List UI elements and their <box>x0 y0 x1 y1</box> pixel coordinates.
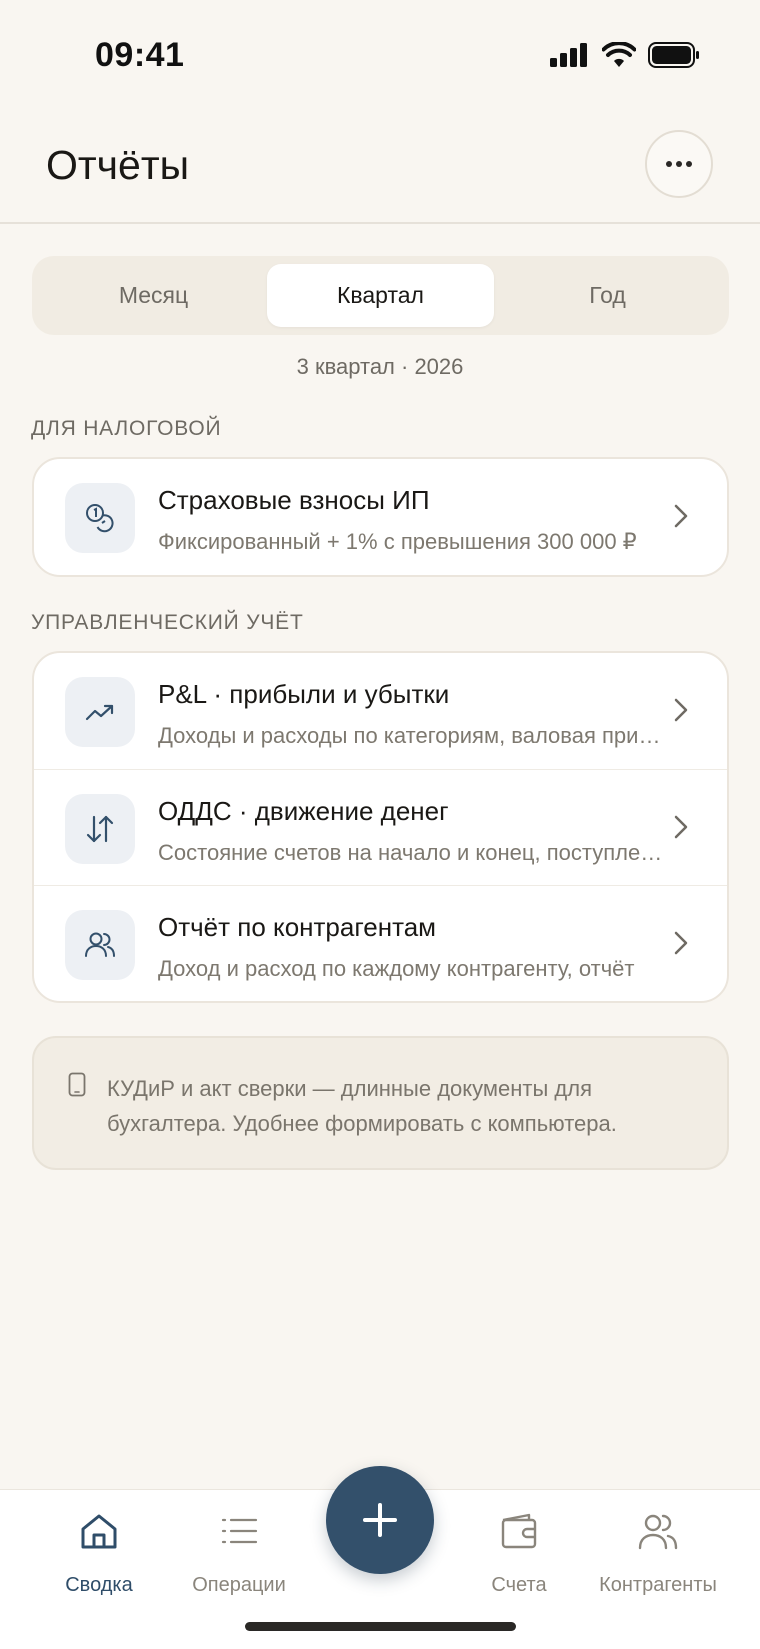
phone-icon <box>68 1072 86 1097</box>
arrows-up-down-icon <box>65 794 135 864</box>
list-icon <box>221 1518 258 1544</box>
chevron-right-icon <box>674 504 688 528</box>
report-title: Страховые взносы ИП <box>158 485 430 515</box>
report-row-insurance[interactable]: Страховые взносы ИП Фиксированный + 1% с… <box>34 459 727 575</box>
home-icon <box>81 1514 117 1549</box>
tab-label: Сводка <box>65 1574 133 1596</box>
management-reports-card: P&L · прибыли и убытки Доходы и расходы … <box>32 651 729 1003</box>
coins-icon <box>65 483 135 553</box>
add-operation-button[interactable] <box>326 1466 434 1574</box>
report-subtitle: Доходы и расходы по категориям, валовая … <box>158 723 668 748</box>
note-text: КУДиР и акт сверки — длинные документы д… <box>107 1076 617 1136</box>
signal-icon <box>550 43 587 67</box>
reports-screen: 09:41 Отчёты Месяц Квартал Год 3 квартал… <box>0 0 760 1649</box>
trend-up-icon <box>65 677 135 747</box>
report-subtitle: Фиксированный + 1% с превышения 300 000 … <box>158 529 637 554</box>
tab-label: Контрагенты <box>599 1574 717 1596</box>
tab-operations[interactable]: Операции <box>164 1508 314 1597</box>
tab-summary[interactable]: Сводка <box>24 1508 174 1597</box>
report-row-pnl[interactable]: P&L · прибыли и убытки Доходы и расходы … <box>34 653 727 769</box>
tab-label: Операции <box>192 1574 286 1596</box>
report-row-cashflow[interactable]: ОДДС · движение денег Состояние счетов н… <box>34 769 727 885</box>
battery-icon <box>648 42 699 68</box>
more-horizontal-icon <box>666 161 692 167</box>
chevron-right-icon <box>674 698 688 722</box>
page-title: Отчёты <box>46 142 190 188</box>
report-title: ОДДС · движение денег <box>158 796 449 826</box>
wallet-icon <box>501 1513 537 1549</box>
section-label-management: УПРАВЛЕНЧЕСКИЙ УЧЁТ <box>31 611 304 634</box>
report-title: Отчёт по контрагентам <box>158 912 437 942</box>
chevron-right-icon <box>674 815 688 839</box>
tab-counterparties[interactable]: Контрагенты <box>583 1508 733 1597</box>
tax-reports-card: Страховые взносы ИП Фиксированный + 1% с… <box>32 457 729 577</box>
plus-icon <box>363 1503 397 1537</box>
report-subtitle: Доход и расход по каждому контрагенту, о… <box>158 956 635 981</box>
report-row-counterparties[interactable]: Отчёт по контрагентам Доход и расход по … <box>34 885 727 1001</box>
more-button[interactable] <box>645 130 713 198</box>
period-segmented-control: Месяц Квартал Год <box>32 256 729 335</box>
tab-accounts[interactable]: Счета <box>444 1508 594 1597</box>
tab-label: Счета <box>491 1574 547 1596</box>
chevron-right-icon <box>674 931 688 955</box>
report-subtitle: Состояние счетов на начало и конец, пост… <box>158 840 668 865</box>
tab-month[interactable]: Месяц <box>40 264 267 327</box>
status-time: 09:41 <box>95 36 185 74</box>
users-icon <box>65 910 135 980</box>
tab-quarter[interactable]: Квартал <box>267 264 494 327</box>
status-bar: 09:41 <box>0 0 760 110</box>
section-label-tax: ДЛЯ НАЛОГОВОЙ <box>31 417 222 440</box>
users-icon <box>638 1514 678 1550</box>
report-title: P&L · прибыли и убытки <box>158 679 450 709</box>
wifi-icon <box>602 42 636 67</box>
period-label: 3 квартал · 2026 <box>296 354 464 379</box>
tab-year[interactable]: Год <box>494 264 721 327</box>
home-indicator[interactable] <box>245 1622 516 1631</box>
header: Отчёты <box>0 110 760 224</box>
desktop-hint-note: КУДиР и акт сверки — длинные документы д… <box>32 1036 729 1170</box>
status-icons <box>550 42 700 68</box>
